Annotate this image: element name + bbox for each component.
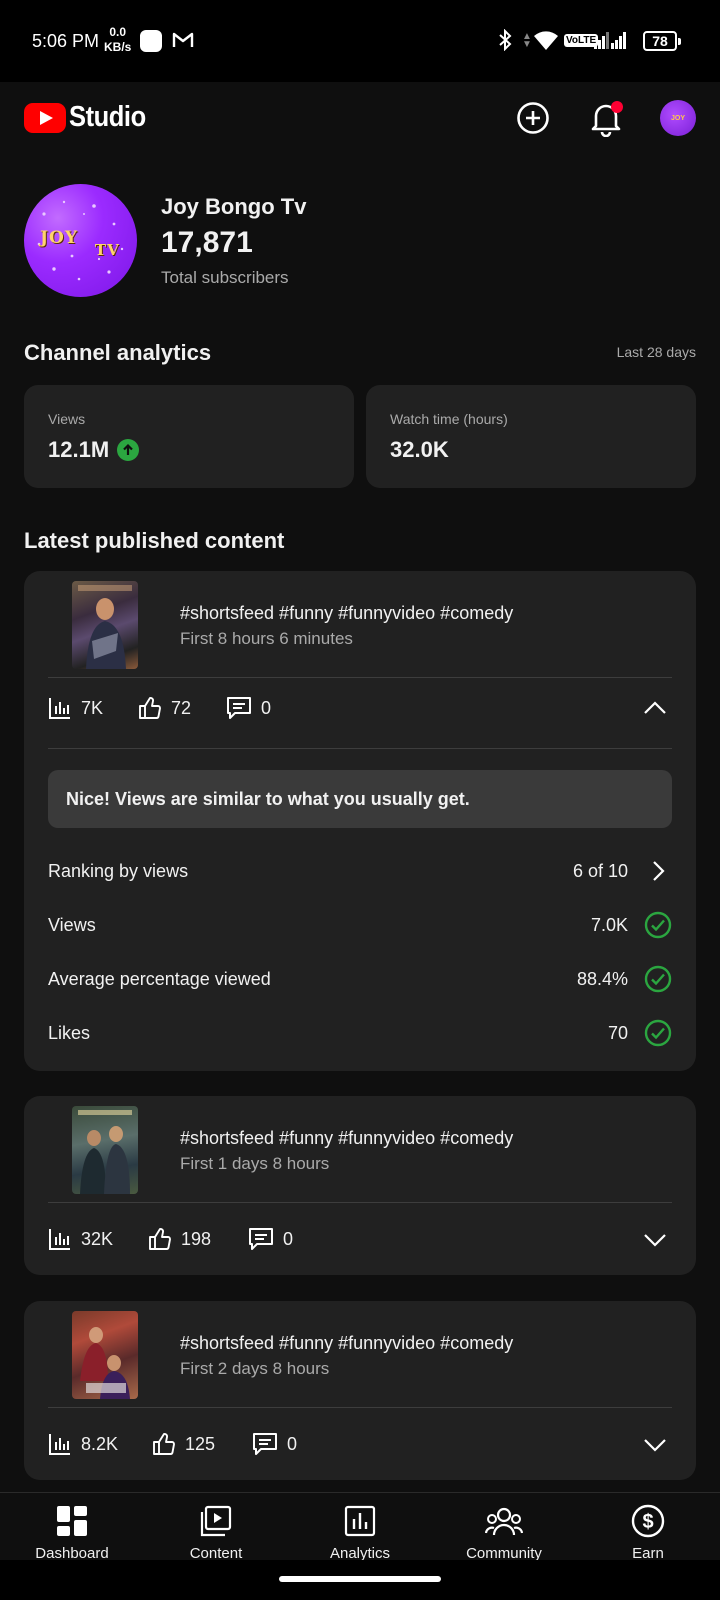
comment-icon (249, 1228, 273, 1250)
video-thumbnail[interactable] (72, 581, 138, 669)
video-title[interactable]: #shortsfeed #funny #funnyvideo #comedy (180, 1128, 513, 1149)
comments-metric: 0 (248, 1224, 293, 1254)
performance-callout: Nice! Views are similar to what you usua… (48, 770, 672, 828)
watch-time-label: Watch time (hours) (390, 411, 508, 427)
views-row: Views 7.0K (48, 905, 672, 945)
video-title[interactable]: #shortsfeed #funny #funnyvideo #comedy (180, 1333, 513, 1354)
views-metric: 32K (48, 1224, 113, 1254)
comments-metric: 0 (226, 693, 271, 723)
divider (48, 748, 672, 749)
content-card[interactable]: #shortsfeed #funny #funnyvideo #comedy F… (24, 1301, 696, 1480)
video-period: First 8 hours 6 minutes (180, 629, 353, 648)
subscriber-label: Total subscribers (161, 268, 289, 287)
divider (48, 1202, 672, 1203)
views-value: 12.1M (48, 437, 140, 463)
earn-icon: $ (631, 1504, 665, 1538)
likes-metric: 125 (152, 1429, 215, 1459)
channel-avatar[interactable]: JOY TV (24, 184, 137, 297)
dashboard-icon (57, 1506, 87, 1536)
comment-icon (253, 1433, 277, 1455)
ranking-row[interactable]: Ranking by views 6 of 10 (48, 851, 672, 891)
check-circle-icon (644, 1019, 672, 1047)
content-icon (200, 1505, 232, 1537)
nav-analytics[interactable]: Analytics (288, 1503, 432, 1562)
watch-time-value: 32.0K (390, 437, 449, 462)
avatar-text: JOY TV (40, 228, 120, 259)
status-time: 5:06 PM (32, 31, 100, 51)
notifications-button[interactable] (586, 98, 626, 138)
avg-percentage-row: Average percentage viewed 88.4% (48, 959, 672, 999)
video-thumbnail[interactable] (72, 1311, 138, 1399)
analytics-period: Last 28 days (616, 344, 696, 360)
channel-name: Joy Bongo Tv (161, 194, 307, 219)
chevron-right-icon (653, 861, 665, 881)
bluetooth-icon (499, 29, 512, 51)
bar-chart-icon (49, 698, 70, 719)
network-speed: 0.0 KB/s (104, 25, 132, 54)
thumbs-up-icon (153, 1433, 175, 1455)
video-period: First 2 days 8 hours (180, 1359, 330, 1378)
chevron-down-icon[interactable] (642, 1431, 668, 1457)
nav-dashboard[interactable]: Dashboard (0, 1503, 144, 1562)
views-card[interactable]: Views 12.1M (24, 385, 354, 488)
signal-icon (594, 32, 609, 49)
video-title[interactable]: #shortsfeed #funny #funnyvideo #comedy (180, 603, 513, 624)
community-icon (485, 1507, 523, 1536)
signal-icon-2 (611, 32, 626, 49)
watch-time-card[interactable]: Watch time (hours) 32.0K (366, 385, 696, 488)
likes-metric: 72 (138, 693, 191, 723)
comment-icon (227, 697, 251, 719)
create-button[interactable] (513, 98, 553, 138)
wifi-icon (534, 31, 558, 50)
content-card[interactable]: #shortsfeed #funny #funnyvideo #comedy F… (24, 571, 696, 1071)
latest-content-title: Latest published content (24, 528, 285, 553)
home-indicator[interactable] (279, 1576, 441, 1582)
content-card[interactable]: #shortsfeed #funny #funnyvideo #comedy F… (24, 1096, 696, 1275)
likes-metric: 198 (148, 1224, 211, 1254)
trend-up-icon (117, 439, 140, 461)
status-bar: 5:06 PM 0.0 KB/s ▲ ▼ VoLTE 78 (0, 0, 720, 82)
video-period: First 1 days 8 hours (180, 1154, 330, 1173)
battery-icon: 78 (643, 31, 681, 51)
svg-text:$: $ (642, 1511, 653, 1533)
views-metric: 7K (48, 693, 103, 723)
logo-text: Studio (69, 101, 146, 133)
views-label: Views (48, 411, 86, 427)
views-metric: 8.2K (48, 1429, 118, 1459)
data-arrows-icon: ▲ ▼ (522, 31, 532, 50)
subscriber-count: 17,871 (161, 226, 253, 259)
create-icon (517, 102, 549, 134)
chevron-down-icon[interactable] (642, 1226, 668, 1252)
app-notification-icon (140, 30, 162, 52)
bar-chart-icon (49, 1434, 70, 1455)
channel-analytics-title: Channel analytics (24, 340, 212, 365)
chevron-up-icon[interactable] (642, 696, 668, 722)
check-circle-icon (644, 911, 672, 939)
nav-content[interactable]: Content (144, 1503, 288, 1562)
thumbs-up-icon (149, 1228, 171, 1250)
analytics-icon (344, 1505, 376, 1537)
divider (48, 677, 672, 678)
thumbs-up-icon (139, 697, 161, 719)
gmail-icon (172, 32, 194, 47)
account-avatar[interactable]: JOY (660, 100, 696, 136)
comments-metric: 0 (252, 1429, 297, 1459)
youtube-studio-logo[interactable]: Studio (24, 101, 156, 134)
bar-chart-icon (49, 1229, 70, 1250)
divider (48, 1407, 672, 1408)
youtube-play-icon (24, 102, 66, 133)
likes-row: Likes 70 (48, 1013, 672, 1053)
nav-earn[interactable]: $ Earn (576, 1503, 720, 1562)
video-thumbnail[interactable] (72, 1106, 138, 1194)
nav-community[interactable]: Community (432, 1503, 576, 1562)
check-circle-icon (644, 965, 672, 993)
notifications-icon (591, 101, 623, 137)
